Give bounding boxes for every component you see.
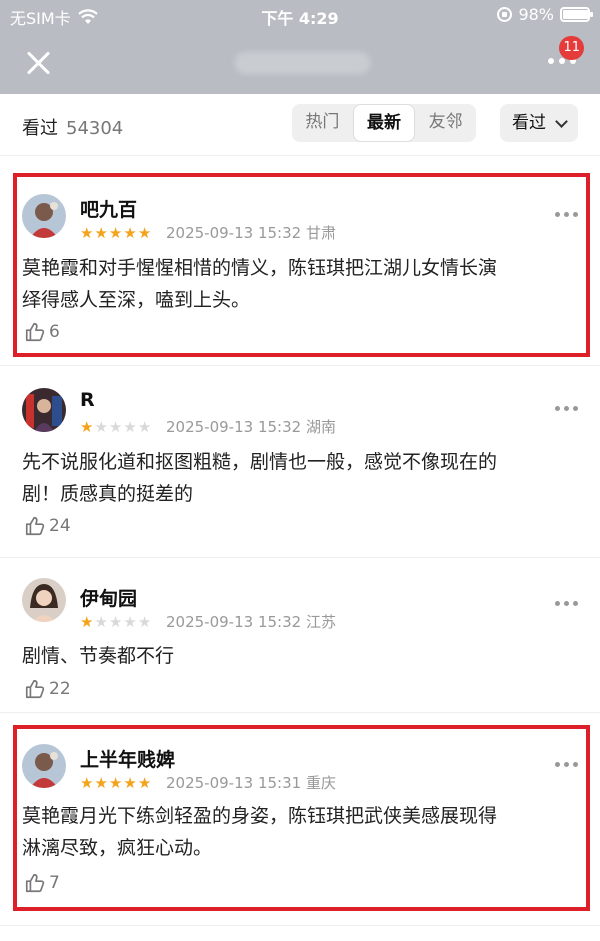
star-empty-icon: ★: [108, 418, 123, 436]
like-button[interactable]: 22: [24, 678, 71, 700]
star-filled-icon: ★: [123, 224, 137, 242]
dropdown-label: 看过: [512, 113, 546, 133]
star-rating: ★ ★ ★ ★ ★: [80, 775, 151, 791]
star-filled-icon: ★: [137, 774, 152, 792]
star-filled-icon: ★: [123, 774, 137, 792]
battery-icon: [560, 7, 593, 22]
comment-text: 剧情、节奏都不行: [22, 640, 582, 672]
star-empty-icon: ★: [123, 418, 137, 436]
divider: [0, 925, 600, 926]
thumbs-up-icon: [25, 679, 45, 699]
comment-time: 2025-09-13 15:32: [166, 418, 302, 436]
avatar[interactable]: [22, 194, 66, 238]
comment-meta: 2025-09-13 15:32 甘肃: [166, 222, 336, 243]
comment-location: 重庆: [305, 774, 336, 792]
chevron-down-icon: [555, 115, 568, 128]
star-empty-icon: ★: [94, 613, 108, 631]
star-rating: ★ ★ ★ ★ ★: [80, 225, 151, 241]
comment-text-line: 剧！质感真的挺差的: [22, 483, 194, 505]
comment-item: 上半年贱婢 ★ ★ ★ ★ ★ 2025-09-13 15:31 重庆 莫艳霞月光下练剑…: [0, 728, 600, 908]
divider: [0, 712, 600, 713]
thumbs-up-icon: [25, 322, 45, 342]
divider: [0, 365, 600, 366]
comment-text-line: 淋漓尽致，疯狂心动。: [22, 837, 213, 859]
blurred-title: [235, 52, 370, 74]
comment-time: 2025-09-13 15:32: [166, 613, 302, 631]
tab-friends[interactable]: 友邻: [415, 104, 476, 142]
more-options-icon[interactable]: [555, 212, 578, 217]
watched-filter-dropdown[interactable]: 看过: [500, 104, 578, 142]
comment-text-line: 绎得感人至深，嗑到上头。: [22, 289, 251, 311]
star-empty-icon: ★: [108, 613, 123, 631]
tab-latest[interactable]: 最新: [352, 104, 416, 142]
star-filled-icon: ★: [80, 224, 94, 242]
star-filled-icon: ★: [108, 224, 123, 242]
comment-location: 湖南: [305, 418, 336, 436]
username[interactable]: R: [80, 389, 95, 411]
comment-location: 甘肃: [305, 224, 336, 242]
comment-item: 伊甸园 ★ ★ ★ ★ ★ 2025-09-13 15:32 江苏 剧情、节奏都不行 2…: [0, 560, 600, 710]
comment-text-line: 莫艳霞和对手惺惺相惜的情义，陈钰琪把江湖儿女情长演: [22, 257, 498, 279]
comment-text-line: 先不说服化道和抠图粗糙，剧情也一般，感觉不像现在的: [22, 451, 498, 473]
rotation-lock-icon: [497, 7, 513, 22]
status-bar: 无SIM卡 下午 4:29 98%: [0, 0, 600, 30]
comment-item: R ★ ★ ★ ★ ★ 2025-09-13 15:32 湖南 先不说服化道和抠图粗糙，…: [0, 370, 600, 556]
comment-meta: 2025-09-13 15:31 重庆: [166, 772, 336, 793]
star-empty-icon: ★: [137, 418, 152, 436]
star-empty-icon: ★: [137, 613, 152, 631]
comment-item: 吧九百 ★ ★ ★ ★ ★ 2025-09-13 15:32 甘肃 莫艳霞和对手惺惺相惜…: [0, 176, 600, 356]
more-options-icon[interactable]: [555, 762, 578, 767]
star-filled-icon: ★: [137, 224, 152, 242]
username[interactable]: 上半年贱婢: [80, 745, 175, 772]
comment-text: 莫艳霞和对手惺惺相惜的情义，陈钰琪把江湖儿女情长演 绎得感人至深，嗑到上头。: [22, 252, 582, 316]
avatar[interactable]: [22, 388, 66, 432]
comment-time: 2025-09-13 15:31: [166, 774, 302, 792]
more-options-icon[interactable]: [555, 406, 578, 411]
star-rating: ★ ★ ★ ★ ★: [80, 614, 151, 630]
star-filled-icon: ★: [80, 418, 94, 436]
top-nav-bar: 11: [0, 30, 600, 94]
comment-meta: 2025-09-13 15:32 湖南: [166, 416, 336, 437]
tab-hot[interactable]: 热门: [292, 104, 353, 142]
filter-bar: 看过 54304 热门 最新 友邻 看过: [0, 94, 600, 156]
notification-badge: 11: [559, 36, 584, 60]
like-button[interactable]: 24: [24, 515, 71, 537]
watched-count-label: 看过 54304: [22, 114, 123, 140]
star-empty-icon: ★: [94, 418, 108, 436]
star-filled-icon: ★: [80, 774, 94, 792]
star-filled-icon: ★: [94, 774, 108, 792]
like-count: 24: [49, 516, 71, 536]
like-count: 6: [49, 322, 60, 342]
like-count: 7: [49, 873, 60, 893]
like-count: 22: [49, 679, 71, 699]
divider: [0, 557, 600, 558]
comment-time: 2025-09-13 15:32: [166, 224, 302, 242]
thumbs-up-icon: [25, 873, 45, 893]
comment-text-line: 莫艳霞月光下练剑轻盈的身姿，陈钰琪把武侠美感展现得: [22, 805, 498, 827]
username[interactable]: 伊甸园: [80, 584, 137, 611]
like-button[interactable]: 7: [24, 872, 60, 894]
comment-text: 莫艳霞月光下练剑轻盈的身姿，陈钰琪把武侠美感展现得 淋漓尽致，疯狂心动。: [22, 800, 582, 864]
sort-tabs: 热门 最新 友邻: [292, 104, 476, 142]
close-icon[interactable]: [24, 48, 54, 78]
star-filled-icon: ★: [80, 613, 94, 631]
star-filled-icon: ★: [108, 774, 123, 792]
star-filled-icon: ★: [94, 224, 108, 242]
watched-label: 看过: [22, 118, 58, 139]
comment-text: 先不说服化道和抠图粗糙，剧情也一般，感觉不像现在的 剧！质感真的挺差的: [22, 446, 582, 510]
battery-percent: 98%: [518, 5, 554, 24]
comment-text-line: 剧情、节奏都不行: [22, 645, 175, 667]
star-rating: ★ ★ ★ ★ ★: [80, 419, 151, 435]
thumbs-up-icon: [25, 516, 45, 536]
like-button[interactable]: 6: [24, 321, 60, 343]
avatar[interactable]: [22, 744, 66, 788]
comment-meta: 2025-09-13 15:32 江苏: [166, 611, 336, 632]
username[interactable]: 吧九百: [80, 195, 137, 222]
watched-count: 54304: [66, 118, 124, 139]
more-options-icon[interactable]: [555, 601, 578, 606]
avatar[interactable]: [22, 578, 66, 622]
comment-location: 江苏: [305, 613, 336, 631]
star-empty-icon: ★: [123, 613, 137, 631]
